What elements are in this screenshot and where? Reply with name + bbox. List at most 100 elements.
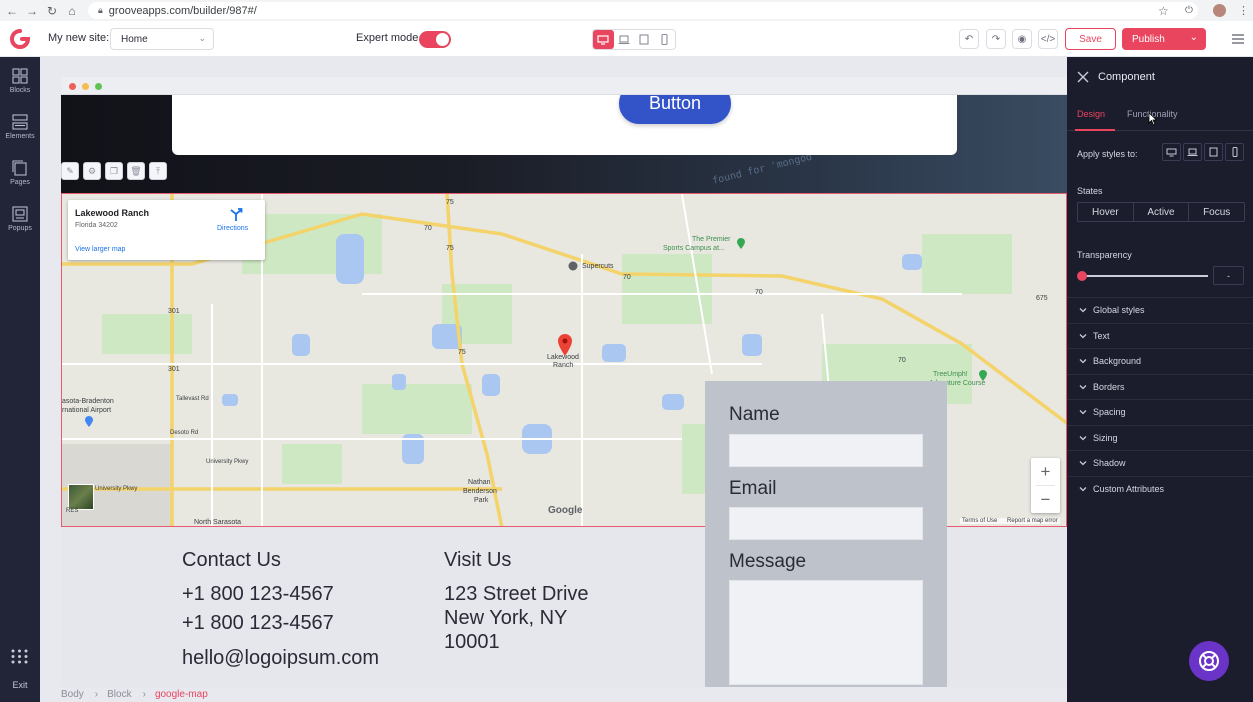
- sidebar-item-popups[interactable]: Popups: [0, 206, 40, 232]
- apply-laptop-icon[interactable]: [1183, 143, 1202, 161]
- menu-hamburger-icon[interactable]: [1231, 32, 1245, 46]
- section-custom-attributes[interactable]: Custom Attributes: [1067, 476, 1253, 501]
- map-label: Benderson: [463, 488, 497, 495]
- section-text[interactable]: Text: [1067, 323, 1253, 348]
- breadcrumb-item[interactable]: Body: [61, 689, 84, 700]
- edit-pencil-icon[interactable]: ✎: [61, 162, 79, 180]
- apply-tablet-icon[interactable]: [1204, 143, 1223, 161]
- exit-button[interactable]: Exit: [0, 680, 40, 690]
- transparency-label: Transparency: [1077, 250, 1132, 260]
- terms-link[interactable]: Terms of Use: [962, 518, 997, 524]
- extension-icon[interactable]: ⏻: [1185, 0, 1193, 21]
- apply-desktop-icon[interactable]: [1162, 143, 1181, 161]
- directions-link[interactable]: Directions: [217, 225, 248, 232]
- profile-avatar[interactable]: [1213, 0, 1226, 21]
- popups-icon: [12, 206, 28, 222]
- active-tab-indicator: [1075, 129, 1115, 131]
- address-bar[interactable]: 🔒︎ grooveapps.com/builder/987#/: [88, 2, 1198, 19]
- code-icon[interactable]: </>: [1038, 29, 1058, 49]
- state-hover-button[interactable]: Hover: [1078, 203, 1134, 221]
- page-select[interactable]: Home ⌄: [110, 28, 214, 50]
- publish-label: Publish: [1132, 33, 1165, 45]
- redo-icon[interactable]: ↷: [986, 29, 1006, 49]
- section-spacing[interactable]: Spacing: [1067, 399, 1253, 424]
- email-field[interactable]: [729, 507, 923, 540]
- tablet-view-button[interactable]: [634, 30, 655, 49]
- map-label: Desoto Rd: [170, 430, 199, 436]
- breadcrumb-current[interactable]: google-map: [155, 689, 208, 700]
- apps-grid-icon[interactable]: [11, 649, 28, 664]
- save-button[interactable]: Save: [1065, 28, 1116, 50]
- desktop-view-button[interactable]: [593, 30, 614, 49]
- reload-icon[interactable]: ↻: [42, 0, 62, 21]
- zoom-out-button[interactable]: −: [1031, 486, 1060, 513]
- left-sidebar: Blocks Elements Pages Popups Exit: [0, 57, 40, 702]
- apply-mobile-icon[interactable]: [1225, 143, 1244, 161]
- settings-gear-icon[interactable]: ⚙: [83, 162, 101, 180]
- section-label: Shadow: [1093, 458, 1126, 468]
- map-road-label: 70: [623, 274, 631, 281]
- sidebar-item-label: Elements: [5, 133, 35, 140]
- support-lifebuoy-button[interactable]: [1189, 641, 1229, 681]
- back-icon[interactable]: ←: [2, 0, 22, 21]
- laptop-view-button[interactable]: [614, 30, 635, 49]
- state-active-button[interactable]: Active: [1134, 203, 1190, 221]
- forward-icon[interactable]: →: [22, 0, 42, 21]
- blocks-icon: [12, 68, 28, 84]
- sidebar-item-elements[interactable]: Elements: [0, 114, 40, 140]
- report-error-link[interactable]: Report a map error: [1007, 518, 1058, 524]
- expert-mode-toggle[interactable]: [419, 31, 451, 48]
- name-field[interactable]: [729, 434, 923, 467]
- close-icon[interactable]: [1077, 71, 1089, 83]
- map-label: North Sarasota: [194, 519, 242, 526]
- lifebuoy-icon: [1199, 651, 1219, 671]
- delete-trash-icon[interactable]: 🗑︎: [127, 162, 145, 180]
- zoom-in-button[interactable]: +: [1031, 458, 1060, 485]
- hero-button[interactable]: Button: [619, 95, 731, 124]
- preview-eye-icon[interactable]: ◉: [1012, 29, 1032, 49]
- visit-heading: Visit Us: [444, 549, 512, 571]
- chevron-down-icon[interactable]: ⌄: [1190, 32, 1198, 43]
- section-label: Custom Attributes: [1093, 484, 1165, 494]
- bookmark-star-icon[interactable]: ☆: [1158, 0, 1169, 21]
- duplicate-icon[interactable]: ❐: [105, 162, 123, 180]
- apply-styles-label: Apply styles to:: [1077, 149, 1138, 159]
- sidebar-item-pages[interactable]: Pages: [0, 160, 40, 186]
- section-borders[interactable]: Borders: [1067, 374, 1253, 399]
- map-pin-icon[interactable]: [557, 333, 573, 357]
- section-sizing[interactable]: Sizing: [1067, 425, 1253, 450]
- mobile-view-button[interactable]: [655, 30, 676, 49]
- section-shadow[interactable]: Shadow: [1067, 450, 1253, 475]
- section-background[interactable]: Background: [1067, 348, 1253, 373]
- states-label: States: [1077, 186, 1103, 196]
- home-icon[interactable]: ⌂: [62, 0, 82, 21]
- hero-card[interactable]: Button: [172, 95, 957, 155]
- browser-menu-icon[interactable]: ⋮: [1238, 0, 1249, 21]
- transparency-value-input[interactable]: -: [1213, 266, 1244, 285]
- page-select-value: Home: [121, 34, 148, 45]
- breadcrumb-item[interactable]: Block: [107, 689, 131, 700]
- move-to-top-icon[interactable]: ⤒: [149, 162, 167, 180]
- visit-line-2: New York, NY: [444, 607, 568, 629]
- states-segmented-control: Hover Active Focus: [1077, 202, 1245, 222]
- groove-logo-icon[interactable]: [10, 29, 30, 49]
- message-label: Message: [729, 551, 807, 572]
- section-label: Spacing: [1093, 407, 1126, 417]
- map-satellite-toggle[interactable]: RES: [66, 484, 94, 514]
- message-field[interactable]: [729, 580, 923, 685]
- directions-icon[interactable]: [229, 208, 243, 222]
- map-label: Ranch: [553, 362, 574, 369]
- transparency-slider[interactable]: [1081, 275, 1208, 277]
- transparency-slider-handle[interactable]: [1077, 271, 1087, 281]
- undo-icon[interactable]: ↶: [959, 29, 979, 49]
- lock-icon: 🔒︎: [98, 5, 103, 15]
- section-global-styles[interactable]: Global styles: [1067, 297, 1253, 322]
- name-label: Name: [729, 404, 780, 425]
- state-focus-button[interactable]: Focus: [1189, 203, 1244, 221]
- view-larger-map-link[interactable]: View larger map: [75, 246, 125, 253]
- visit-line-1: 123 Street Drive: [444, 583, 589, 605]
- publish-button[interactable]: Publish ⌄: [1122, 28, 1206, 50]
- premier-pin-icon: [736, 238, 746, 250]
- tab-design[interactable]: Design: [1077, 109, 1105, 119]
- sidebar-item-blocks[interactable]: Blocks: [0, 68, 40, 94]
